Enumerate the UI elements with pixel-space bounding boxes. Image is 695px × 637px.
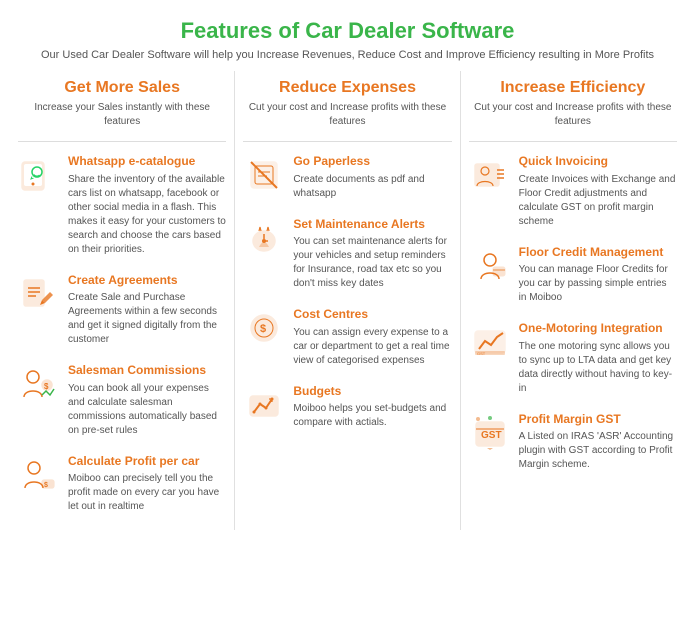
feature-invoicing-title: Quick Invoicing <box>519 154 677 170</box>
feature-invoicing: Quick Invoicing Create Invoices with Exc… <box>469 154 677 229</box>
feature-maintenance-desc: You can set maintenance alerts for your … <box>293 235 451 291</box>
feature-profit-text: Calculate Profit per car Moiboo can prec… <box>68 454 226 515</box>
budgets-icon <box>243 384 285 426</box>
costcentres-icon: $ <box>243 307 285 349</box>
feature-commissions: $ Salesman Commissions You can book all … <box>18 363 226 438</box>
feature-floorcredit-text: Floor Credit Management You can manage F… <box>519 245 677 306</box>
whatsapp-icon <box>18 154 60 196</box>
feature-gst-text: Profit Margin GST A Listed on IRAS 'ASR'… <box>519 412 677 473</box>
svg-text:$: $ <box>260 323 266 335</box>
col-sales: Get More Sales Increase your Sales insta… <box>10 71 234 530</box>
feature-paperless: Go Paperless Create documents as pdf and… <box>243 154 451 201</box>
feature-gst: GST Profit Margin GST A Listed on IRAS '… <box>469 412 677 473</box>
feature-commissions-desc: You can book all your expenses and calcu… <box>68 382 226 438</box>
feature-commissions-text: Salesman Commissions You can book all yo… <box>68 363 226 438</box>
floorcredit-icon <box>469 245 511 287</box>
feature-invoicing-desc: Create Invoices with Exchange and Floor … <box>519 173 677 229</box>
feature-gst-desc: A Listed on IRAS 'ASR' Accounting plugin… <box>519 430 677 472</box>
feature-whatsapp-desc: Share the inventory of the available car… <box>68 173 226 257</box>
feature-motoring: GST One-Motoring Integration The one mot… <box>469 321 677 396</box>
gst-icon: GST <box>469 412 511 454</box>
feature-maintenance: Set Maintenance Alerts You can set maint… <box>243 217 451 292</box>
page-header: Features of Car Dealer Software Our Used… <box>0 0 695 71</box>
feature-profit: $ Calculate Profit per car Moiboo can pr… <box>18 454 226 515</box>
feature-whatsapp: Whatsapp e-catalogue Share the inventory… <box>18 154 226 257</box>
feature-whatsapp-text: Whatsapp e-catalogue Share the inventory… <box>68 154 226 257</box>
col-sales-subtitle: Increase your Sales instantly with these… <box>18 101 226 129</box>
feature-profit-title: Calculate Profit per car <box>68 454 226 470</box>
svg-text:GST: GST <box>477 351 486 356</box>
col-efficiency-title: Increase Efficiency <box>469 71 677 97</box>
feature-motoring-desc: The one motoring sync allows you to sync… <box>519 340 677 396</box>
col-efficiency-subtitle: Cut your cost and Increase profits with … <box>469 101 677 129</box>
features-columns: Get More Sales Increase your Sales insta… <box>0 71 695 530</box>
feature-motoring-title: One-Motoring Integration <box>519 321 677 337</box>
feature-costcentres-desc: You can assign every expense to a car or… <box>293 326 451 368</box>
feature-profit-desc: Moiboo can precisely tell you the profit… <box>68 472 226 514</box>
feature-costcentres: $ Cost Centres You can assign every expe… <box>243 307 451 368</box>
feature-costcentres-title: Cost Centres <box>293 307 451 323</box>
motoring-icon: GST <box>469 321 511 363</box>
feature-paperless-text: Go Paperless Create documents as pdf and… <box>293 154 451 201</box>
feature-commissions-title: Salesman Commissions <box>68 363 226 379</box>
page-subtitle: Our Used Car Dealer Software will help y… <box>20 49 675 61</box>
feature-maintenance-title: Set Maintenance Alerts <box>293 217 451 233</box>
paperless-icon <box>243 154 285 196</box>
feature-gst-title: Profit Margin GST <box>519 412 677 428</box>
feature-agreements-desc: Create Sale and Purchase Agreements with… <box>68 291 226 347</box>
feature-floorcredit-desc: You can manage Floor Credits for you car… <box>519 263 677 305</box>
page-title: Features of Car Dealer Software <box>20 18 675 44</box>
col-efficiency: Increase Efficiency Cut your cost and In… <box>460 71 685 530</box>
feature-budgets-text: Budgets Moiboo helps you set-budgets and… <box>293 384 451 431</box>
feature-budgets: Budgets Moiboo helps you set-budgets and… <box>243 384 451 431</box>
feature-motoring-text: One-Motoring Integration The one motorin… <box>519 321 677 396</box>
svg-text:GST: GST <box>481 430 502 441</box>
feature-invoicing-text: Quick Invoicing Create Invoices with Exc… <box>519 154 677 229</box>
feature-agreements-text: Create Agreements Create Sale and Purcha… <box>68 273 226 348</box>
feature-agreements: Create Agreements Create Sale and Purcha… <box>18 273 226 348</box>
col-expenses-subtitle: Cut your cost and Increase profits with … <box>243 101 451 129</box>
feature-budgets-title: Budgets <box>293 384 451 400</box>
feature-paperless-desc: Create documents as pdf and whatsapp <box>293 173 451 201</box>
feature-budgets-desc: Moiboo helps you set-budgets and compare… <box>293 402 451 430</box>
svg-text:$: $ <box>44 382 49 391</box>
commissions-icon: $ <box>18 363 60 405</box>
feature-whatsapp-title: Whatsapp e-catalogue <box>68 154 226 170</box>
col-expenses: Reduce Expenses Cut your cost and Increa… <box>234 71 459 530</box>
col-sales-title: Get More Sales <box>18 71 226 97</box>
feature-floorcredit: Floor Credit Management You can manage F… <box>469 245 677 306</box>
feature-costcentres-text: Cost Centres You can assign every expens… <box>293 307 451 368</box>
svg-text:$: $ <box>44 482 48 489</box>
profit-icon: $ <box>18 454 60 496</box>
feature-floorcredit-title: Floor Credit Management <box>519 245 677 261</box>
feature-agreements-title: Create Agreements <box>68 273 226 289</box>
maintenance-icon <box>243 217 285 259</box>
col-expenses-title: Reduce Expenses <box>243 71 451 97</box>
feature-maintenance-text: Set Maintenance Alerts You can set maint… <box>293 217 451 292</box>
invoicing-icon <box>469 154 511 196</box>
feature-paperless-title: Go Paperless <box>293 154 451 170</box>
agreements-icon <box>18 273 60 315</box>
